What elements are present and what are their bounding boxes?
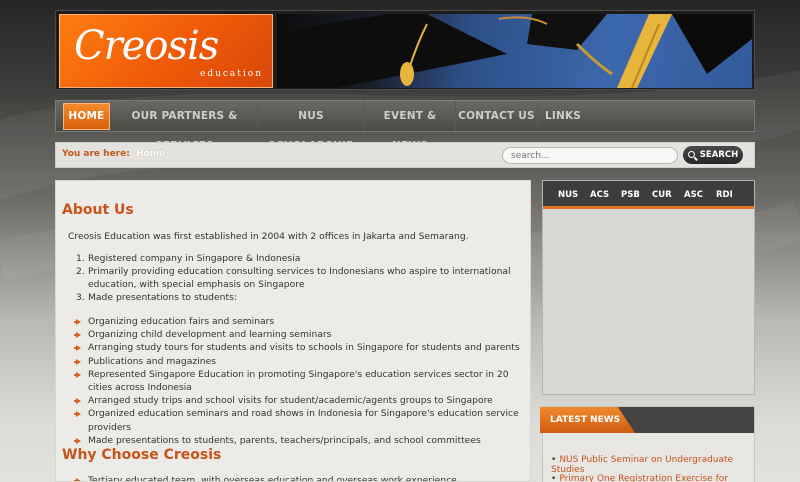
list-item: Arranged study trips and school visits f… <box>74 394 526 407</box>
nav-partners-services[interactable]: OUR PARTNERS & SERVICES <box>112 101 258 152</box>
list-item: 3. Made presentations to students: <box>76 292 237 303</box>
search-input[interactable] <box>502 147 678 164</box>
logo-tagline: education <box>200 69 263 79</box>
list-item: Organized education seminars and road sh… <box>74 407 526 433</box>
list-item: Publications and magazines <box>74 355 526 368</box>
search-button-label: SEARCH <box>699 150 739 160</box>
search-icon <box>687 151 695 158</box>
nav-home[interactable]: HOME <box>63 103 110 130</box>
logo[interactable]: Creosis education <box>59 14 273 88</box>
latest-news-header: LATEST NEWS <box>540 407 754 433</box>
news-item[interactable]: • NUS Public Seminar on Undergraduate Stu… <box>551 455 754 475</box>
nav-links[interactable]: LINKS <box>538 101 588 131</box>
tab-asc[interactable]: ASC <box>684 190 703 200</box>
latest-news-panel: LATEST NEWS • NUS Public Seminar on Under… <box>540 406 755 482</box>
list-item: Tertiary educated team, with overseas ed… <box>74 474 526 481</box>
tab-cur[interactable]: CUR <box>652 190 672 200</box>
logo-wordmark: Creosis <box>74 23 219 69</box>
why-bullet-list: Tertiary educated team, with overseas ed… <box>74 474 526 481</box>
institution-tabs-widget: NUS ACS PSB CUR ASC RDI <box>542 180 755 395</box>
tab-rdi[interactable]: RDI <box>716 190 733 200</box>
search-button[interactable]: SEARCH <box>683 146 743 164</box>
breadcrumb-bar: You are here: Home SEARCH <box>55 142 755 168</box>
services-bullet-list: Organizing education fairs and seminars … <box>74 315 526 447</box>
graduation-cap-illustration <box>277 14 752 88</box>
nav-nus-scholarship[interactable]: NUS SCHOLARSHIP <box>258 101 365 152</box>
main-content: About Us Creosis Education was first est… <box>55 180 531 482</box>
breadcrumb-home-link[interactable]: Home <box>136 149 165 159</box>
tab-acs[interactable]: ACS <box>590 190 609 200</box>
breadcrumb: You are here: Home <box>62 149 165 159</box>
list-item: 1. Registered company in Singapore & Indo… <box>76 253 301 264</box>
site-header: Creosis education <box>55 10 755 90</box>
institution-tab-bar: NUS ACS PSB CUR ASC RDI <box>543 181 754 209</box>
why-choose-heading: Why Choose Creosis <box>62 447 222 463</box>
about-us-heading: About Us <box>62 202 134 218</box>
latest-news-title: LATEST NEWS <box>540 407 635 433</box>
nav-event-news[interactable]: EVENT & NEWS <box>365 101 456 152</box>
list-item: Represented Singapore Education in promo… <box>74 368 526 394</box>
tab-nus[interactable]: NUS <box>558 190 578 200</box>
news-item[interactable]: •Primary One Registration Exercise for F… <box>551 474 754 482</box>
list-item: Organizing child development and learnin… <box>74 328 526 341</box>
numbered-list: 1. Registered company in Singapore & Indo… <box>76 252 528 304</box>
list-item: Organizing education fairs and seminars <box>74 315 526 328</box>
main-navigation: HOME OUR PARTNERS & SERVICES NUS SCHOLAR… <box>55 100 755 152</box>
tab-psb[interactable]: PSB <box>621 190 640 200</box>
list-item: Arranging study tours for students and v… <box>74 341 526 354</box>
nav-contact-us[interactable]: CONTACT US <box>456 101 538 131</box>
about-intro-text: Creosis Education was first established … <box>68 231 469 242</box>
header-banner-image <box>277 14 752 88</box>
list-item: 2. Primarily providing education consulti… <box>76 266 511 290</box>
list-item: Made presentations to students, parents,… <box>74 434 526 447</box>
breadcrumb-prefix: You are here: <box>62 149 130 159</box>
